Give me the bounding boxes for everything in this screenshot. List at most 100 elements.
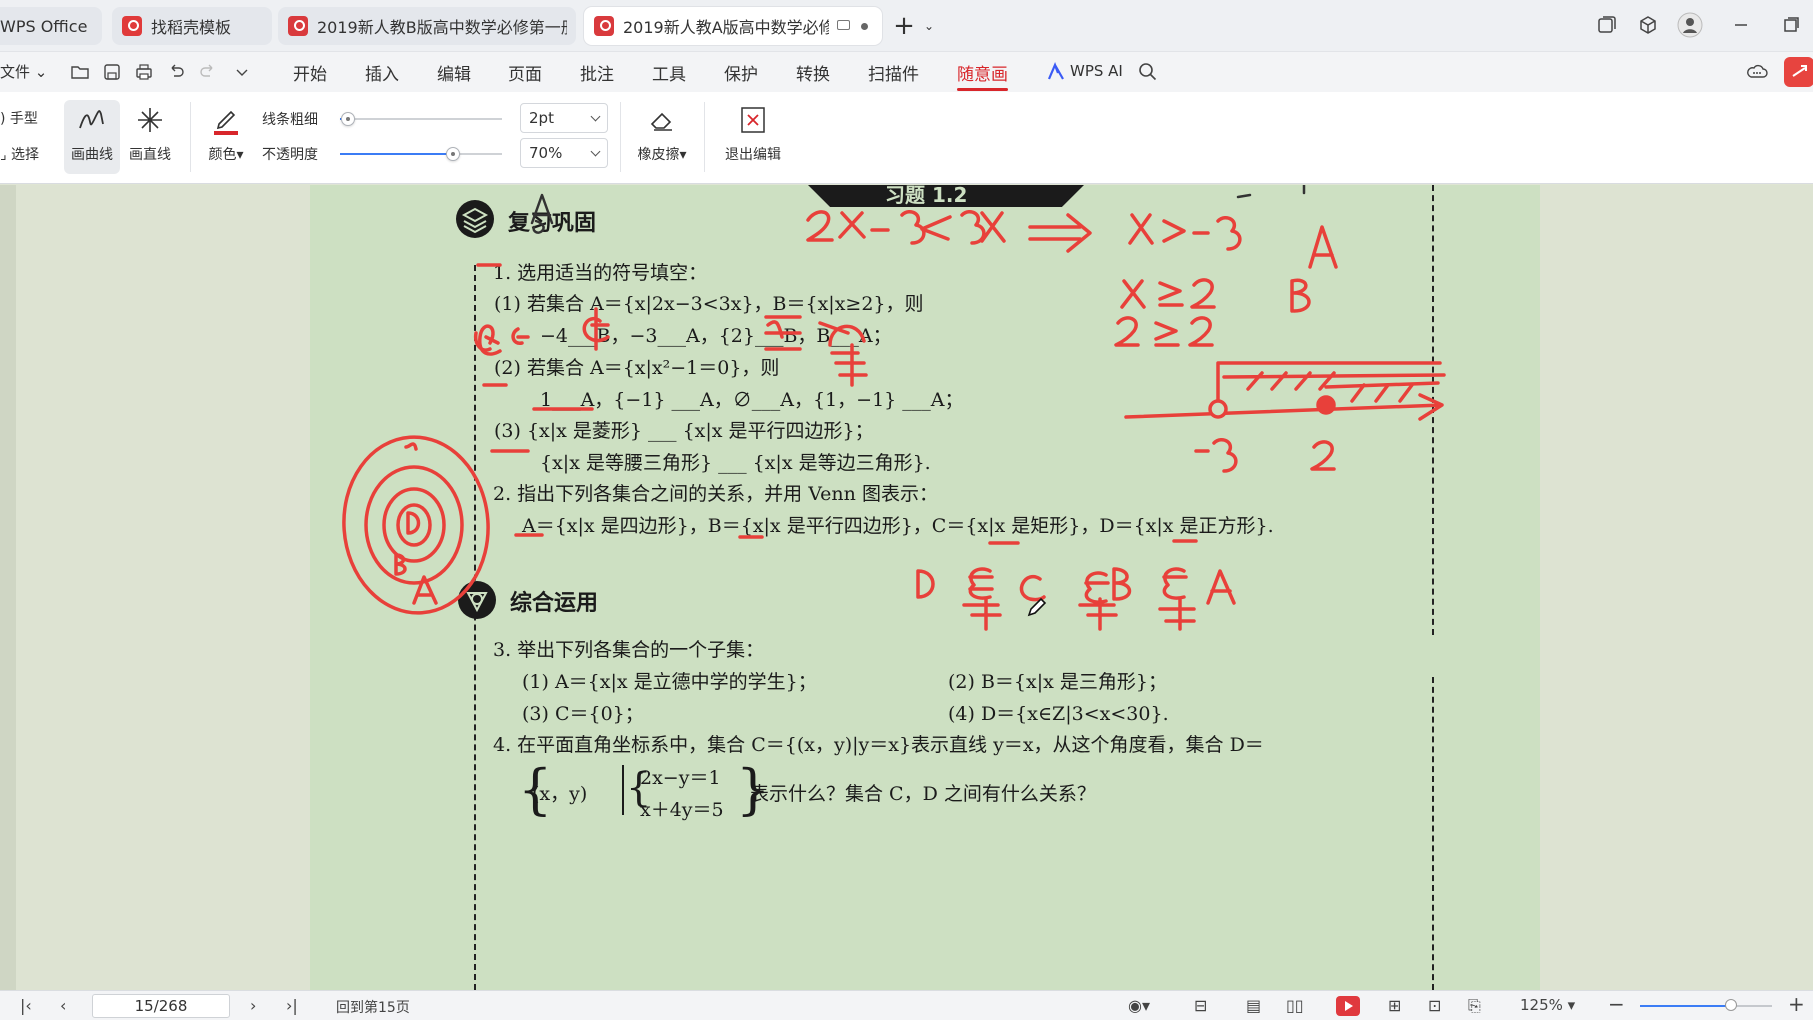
zoom-out-icon[interactable]: − [1608, 992, 1625, 1016]
single-page-icon[interactable]: ⊟ [1194, 996, 1207, 1015]
unsaved-dot-icon[interactable] [861, 23, 868, 30]
open-folder-icon[interactable] [70, 62, 90, 82]
prev-page-icon[interactable]: ‹ [60, 996, 66, 1015]
line-width-slider[interactable] [340, 118, 502, 120]
redo-icon[interactable] [198, 62, 218, 82]
draw-curve-button[interactable]: 画曲线 [64, 100, 120, 174]
docer-icon [122, 16, 142, 36]
fit-width-icon[interactable]: ⊞ [1388, 996, 1401, 1015]
menu-wps-ai[interactable]: WPS AI [1070, 62, 1123, 80]
tab-doc-a[interactable]: 2019新人教A版高中数学必修 [584, 7, 882, 45]
select-tool-label: 选择 [11, 147, 40, 163]
curve-pen-icon [79, 110, 104, 129]
last-page-icon[interactable]: ›| [286, 996, 298, 1015]
document-viewport: 习题 1.2 复习巩固 1. 选用适当的符号填空： (1) 若集合 A＝{x|2… [0, 185, 1813, 990]
ink-stroke [511, 307, 610, 351]
color-text: 颜色 [208, 147, 237, 163]
search-icon[interactable] [1138, 62, 1158, 82]
eye-icon[interactable]: ◉▾ [1128, 996, 1150, 1015]
tab-doc-b[interactable]: 2019新人教B版高中数学必修第一册 [278, 7, 576, 45]
play-button[interactable] [1336, 996, 1360, 1016]
ink-venn-b [364, 465, 464, 585]
chevron-down-icon[interactable] [232, 62, 252, 82]
menu-scan[interactable]: 扫描件 [868, 60, 919, 85]
new-tab-button[interactable]: + [890, 11, 918, 41]
back-to-page-link[interactable]: 回到第15页 [336, 997, 410, 1017]
monitor-icon [837, 20, 850, 30]
pen-cursor-icon [1027, 597, 1047, 617]
first-page-icon[interactable]: |‹ [20, 996, 32, 1015]
crop-icon[interactable]: ⎘ [1468, 996, 1481, 1016]
menu-start[interactable]: 开始 [293, 60, 327, 85]
cube-icon[interactable] [1637, 14, 1659, 36]
select-tool-button[interactable]: ⌟ 选择 [0, 144, 39, 164]
ink-venn-a [342, 435, 490, 615]
tab-wps-office[interactable]: WPS Office [0, 7, 102, 45]
wps-ai-icon [1047, 62, 1064, 80]
menu-protect[interactable]: 保护 [724, 60, 758, 85]
ink-stroke [764, 315, 802, 351]
ink-layer[interactable] [0, 185, 1813, 990]
exit-edit-button[interactable]: 退出编辑 [718, 100, 788, 174]
opacity-label: 不透明度 [262, 147, 318, 163]
ink-closed-dot [1316, 395, 1336, 415]
continuous-icon[interactable]: ▤ [1246, 996, 1261, 1015]
zoom-in-icon[interactable]: + [1788, 992, 1805, 1016]
ink-stroke [920, 215, 952, 241]
ink-stroke [900, 210, 926, 245]
dual-page-icon[interactable]: ▯▯ [1286, 996, 1304, 1015]
page-number-input[interactable]: 15/268 [92, 994, 230, 1018]
pdf-icon [594, 16, 614, 36]
undo-icon[interactable] [166, 62, 186, 82]
ink-chain-subset-3 [1158, 567, 1196, 631]
menu-freehand-draw[interactable]: 随意画 [957, 60, 1008, 91]
line-width-knob[interactable] [341, 112, 356, 126]
eraser-label: 橡皮擦▾ [637, 147, 687, 163]
restore-window-icon[interactable] [1596, 14, 1618, 36]
ink-stroke [1310, 440, 1336, 471]
hand-tool-label: 手型 [9, 111, 38, 127]
hand-tool-button[interactable]: ) 手型 [0, 108, 38, 128]
print-icon[interactable] [134, 62, 154, 82]
eraser-text: 橡皮擦 [637, 147, 680, 163]
line-width-select[interactable]: 2pt [520, 103, 608, 133]
menu-convert[interactable]: 转换 [796, 60, 830, 85]
color-label: 颜色▾ [208, 147, 244, 163]
minimize-icon[interactable] [1730, 14, 1752, 36]
ink-chain-subset-2 [1078, 571, 1118, 631]
chevron-down-icon[interactable]: ⌄ [915, 12, 943, 40]
share-button[interactable] [1784, 57, 1813, 87]
zoom-knob[interactable] [1725, 999, 1738, 1011]
save-icon[interactable] [102, 62, 122, 82]
avatar[interactable] [1677, 12, 1703, 38]
ink-stroke [1190, 278, 1216, 309]
menu-edit[interactable]: 编辑 [437, 60, 471, 85]
fit-page-icon[interactable]: ⊡ [1428, 996, 1441, 1015]
menu-tools[interactable]: 工具 [652, 60, 686, 85]
menu-comment[interactable]: 批注 [580, 60, 614, 85]
pen-color-icon [214, 110, 238, 135]
eraser-button[interactable]: 橡皮擦▾ [630, 100, 694, 174]
next-page-icon[interactable]: › [250, 996, 256, 1015]
exit-icon [741, 107, 765, 133]
tab-label: 2019新人教A版高中数学必修 [623, 18, 829, 37]
ink-stroke [838, 211, 866, 239]
color-button[interactable]: 颜色▾ [198, 100, 254, 174]
line-spark-icon [138, 108, 162, 132]
menu-page[interactable]: 页面 [508, 60, 542, 85]
ink-venn-d-label [406, 511, 421, 535]
menu-insert[interactable]: 插入 [365, 60, 399, 85]
cloud-icon[interactable] [1746, 61, 1768, 83]
opacity-select[interactable]: 70% [520, 138, 608, 168]
tab-label: WPS Office [0, 16, 88, 36]
ink-number-line [1124, 393, 1444, 421]
chevron-down-icon [590, 146, 601, 157]
ink-stroke [806, 210, 834, 242]
menu-file[interactable]: 文件 ⌄ [0, 61, 47, 82]
opacity-knob[interactable] [446, 147, 461, 161]
draw-line-button[interactable]: 画直线 [122, 100, 178, 174]
maximize-icon[interactable] [1780, 14, 1802, 36]
chevron-down-icon [590, 111, 601, 122]
zoom-select[interactable]: 125% ▾ [1520, 996, 1575, 1014]
tab-template[interactable]: 找稻壳模板 [112, 7, 272, 45]
